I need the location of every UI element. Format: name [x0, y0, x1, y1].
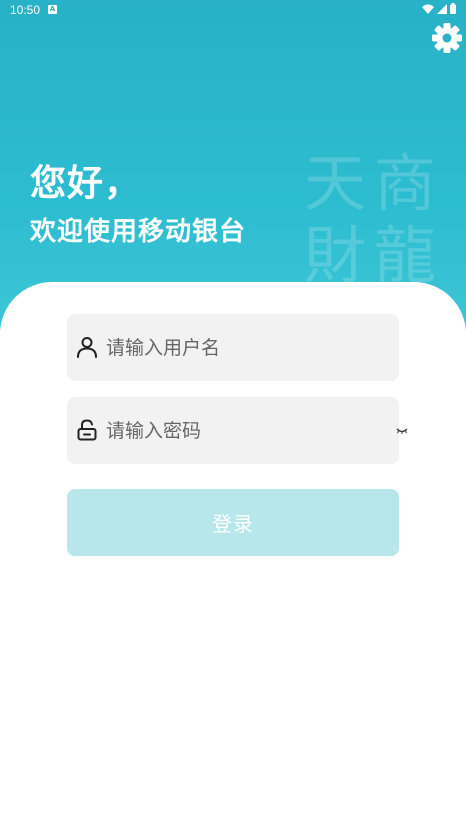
wifi-icon: [422, 4, 434, 14]
status-time: 10:50: [10, 3, 41, 17]
user-icon: [77, 337, 97, 358]
password-input[interactable]: [106, 397, 386, 464]
password-field[interactable]: [67, 397, 399, 464]
greeting-title: 您好，: [30, 163, 142, 204]
battery-icon: [450, 3, 456, 14]
status-icons: [422, 3, 456, 14]
watermark-char: 商: [373, 147, 436, 220]
watermark-char: 天: [303, 147, 366, 220]
login-button[interactable]: 登录: [67, 489, 399, 556]
eye-closed-icon[interactable]: [396, 426, 408, 436]
status-bar: 10:50 A: [0, 0, 466, 22]
gear-icon[interactable]: [431, 22, 463, 54]
lock-icon: [77, 419, 97, 441]
username-field[interactable]: [67, 314, 399, 381]
header-banner: 10:50 A 天 商 財 龍 您好， 欢迎使用移动银台: [0, 0, 466, 330]
welcome-subtitle: 欢迎使用移动银台: [30, 217, 247, 247]
brand-watermark: 天 商 財 龍: [300, 147, 440, 292]
notification-a-icon: A: [48, 5, 57, 14]
signal-icon: [437, 3, 447, 14]
username-input[interactable]: [106, 314, 386, 381]
